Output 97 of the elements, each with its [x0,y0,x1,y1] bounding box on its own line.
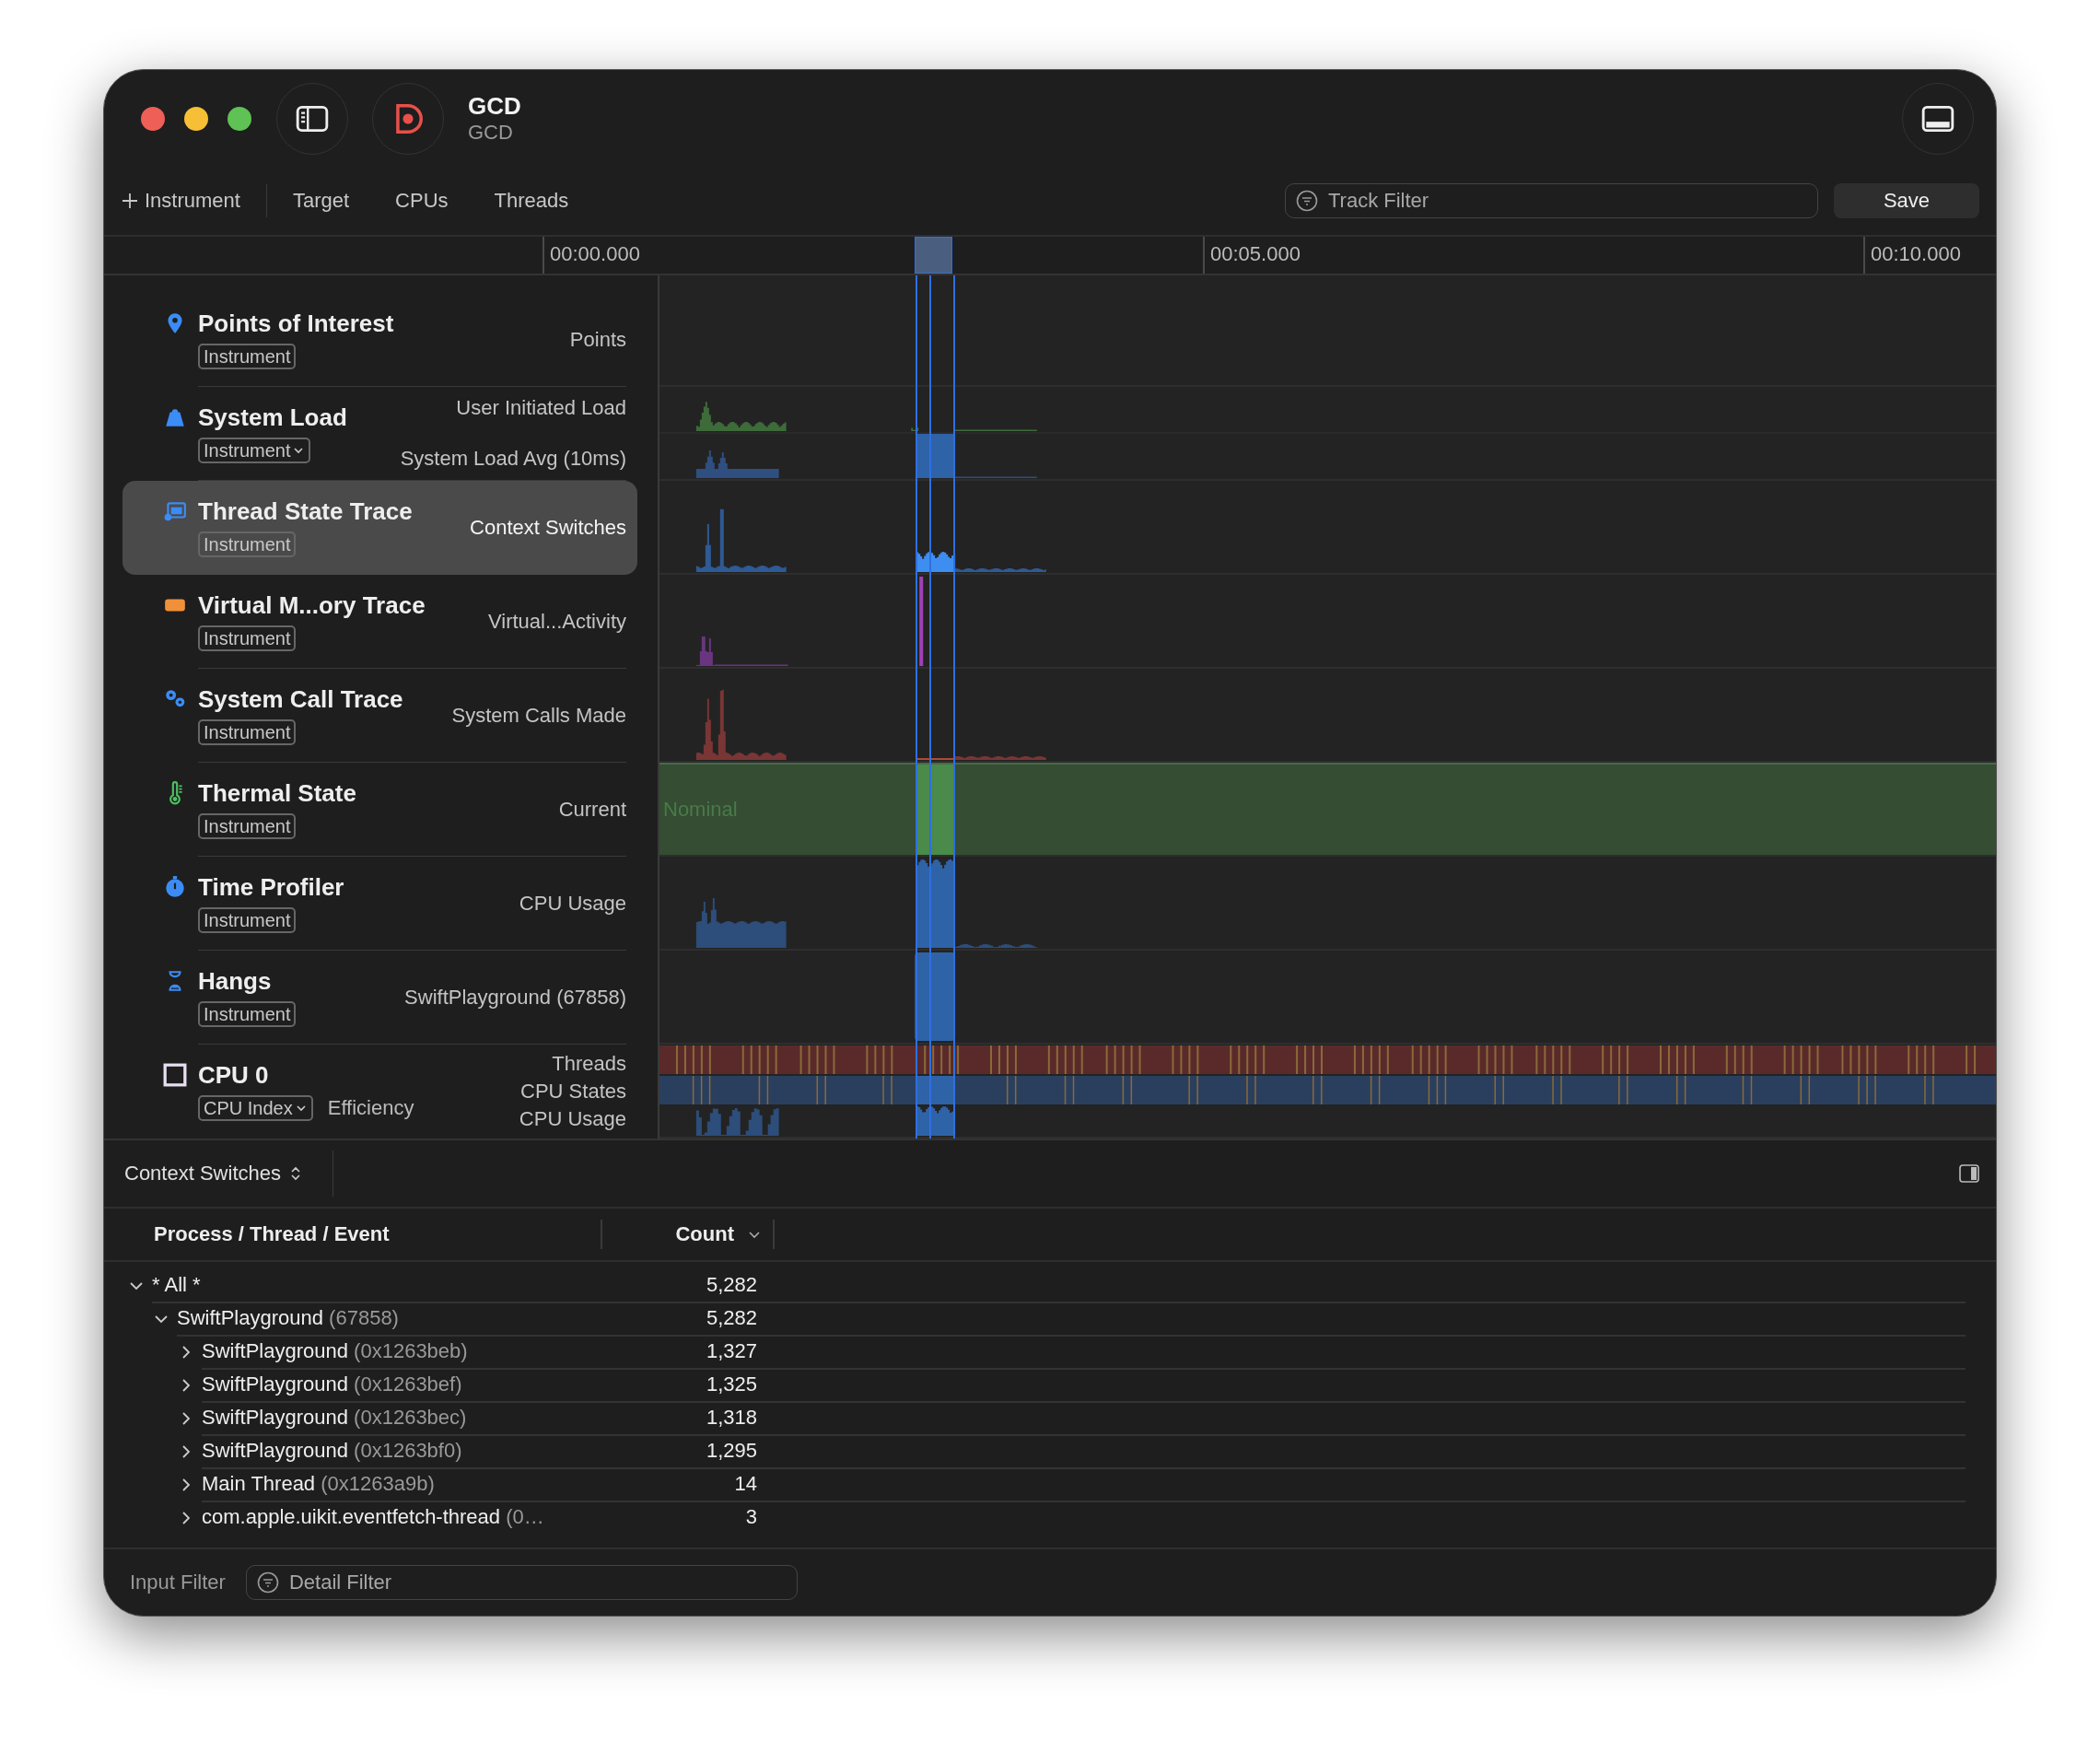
lane-label: CPU States [520,1079,626,1104]
add-instrument-button[interactable]: Instrument [121,185,240,216]
track-type-badge: Instrument [198,531,297,557]
save-button[interactable]: Save [1834,183,1979,218]
track-type-badge: Instrument [198,344,297,369]
lane-label: Context Switches [470,515,626,540]
core-type-label: Efficiency [327,1096,414,1120]
lane-label: SwiftPlayground (67858) [404,985,626,1010]
outline-row[interactable]: SwiftPlayground (0x1263bec) 1,318 [104,1402,1996,1435]
lane-label: Threads [552,1051,626,1076]
time-label: 00:05.000 [1210,242,1301,265]
track-type-popup[interactable]: CPU Index [198,1095,313,1121]
count-value: 3 [745,1505,757,1529]
lane-label: User Initiated Load [456,396,626,420]
count-value: 1,295 [706,1439,757,1463]
selected-cpu-usage-bars [916,1106,956,1136]
filter-label: Input Filter [130,1571,226,1594]
outline-row[interactable]: SwiftPlayground (0x1263beb) 1,327 [104,1336,1996,1369]
process-name: SwiftPlayground (0x1263bef) [202,1372,462,1396]
track-type-badge: Instrument [198,907,297,933]
column-header[interactable]: Count [602,1220,775,1249]
lane-label: System Load Avg (10ms) [400,447,626,471]
calendar-icon [163,499,187,523]
track-type-badge: Instrument [198,719,297,745]
track-title: Points of Interest [198,310,394,338]
track-title: Thread State Trace [198,497,413,526]
track-row[interactable]: Time Profiler Instrument CPU Usage [122,857,637,951]
toolbar-tab[interactable]: Target [292,185,350,216]
document-title: GCD [468,92,521,121]
column-header[interactable]: Process / Thread / Event [104,1220,602,1249]
count-value: 5,282 [706,1273,757,1297]
square-icon [163,1063,187,1087]
outline-row[interactable]: Main Thread (0x1263a9b) 14 [104,1468,1996,1501]
track-row[interactable]: Thread State Trace Instrument Context Switches [122,481,637,575]
selected-system-call-bars [916,758,956,760]
up-down-chevron-icon [289,1165,301,1182]
count-value: 1,327 [706,1339,757,1363]
count-value: 14 [734,1472,757,1496]
process-name: SwiftPlayground (67858) [177,1306,399,1330]
lane-label: CPU Usage [519,891,626,916]
lane-label: Virtual...Activity [488,609,626,634]
track-filter-field[interactable]: Track Filter [1285,183,1818,218]
track-type-badge: Instrument [198,813,297,839]
track-type-badge: Instrument [198,625,297,651]
plus-icon [121,192,139,210]
track-title: Virtual M...ory Trace [198,591,426,620]
track-title: Thermal State [198,779,356,808]
lane-label: System Calls Made [451,703,626,728]
process-name: com.apple.uikit.eventfetch-thread (0… [202,1505,544,1529]
process-name: SwiftPlayground (0x1263bf0) [202,1439,462,1463]
detail-filter-field[interactable]: Detail Filter [245,1565,798,1600]
document-subtitle: GCD [468,121,514,145]
track-row[interactable]: System Call Trace Instrument System Calls Made [122,669,637,763]
process-name: * All * [152,1273,201,1297]
minimize-button[interactable] [184,106,208,131]
process-name: Main Thread (0x1263a9b) [202,1472,435,1496]
count-value: 1,318 [706,1406,757,1430]
count-value: 5,282 [706,1306,757,1330]
track-title: System Call Trace [198,685,403,714]
outline-row[interactable]: SwiftPlayground (0x1263bf0) 1,295 [104,1435,1996,1468]
lane-label: Points [569,327,626,352]
track-row[interactable]: Virtual M...ory Trace Instrument Virtual...Activity [122,575,637,669]
count-value: 1,325 [706,1372,757,1396]
toolbar-tab[interactable]: Threads [494,185,569,216]
toolbar-tab[interactable]: CPUs [395,185,449,216]
track-title: CPU 0 [198,1061,270,1090]
selected-load-bars [916,434,956,478]
zoom-button[interactable] [228,106,251,131]
lane-label: Current [558,797,626,822]
process-name: SwiftPlayground (0x1263beb) [202,1339,468,1363]
track-title: Time Profiler [198,873,344,902]
outline-row[interactable]: com.apple.uikit.eventfetch-thread (0… 3 [104,1501,1996,1535]
selected-context-switch-bars [916,552,956,572]
selection-range[interactable] [916,275,955,1139]
track-row[interactable]: Thermal State Instrument Current [122,763,637,857]
inspector-toggle-icon[interactable] [1959,1164,1979,1183]
view-selector[interactable]: Context Switches [124,1162,301,1186]
time-label: 00:00.000 [550,242,640,265]
track-type-badge: Instrument [198,1001,297,1027]
track-row[interactable]: Points of Interest Instrument Points [122,293,637,387]
outline-row[interactable]: SwiftPlayground (67858) 5,282 [104,1302,1996,1336]
filter-icon [256,1571,279,1594]
sort-chevron-icon [747,1229,762,1240]
filter-icon [1296,190,1318,212]
time-label: 00:10.000 [1871,242,1961,265]
close-button[interactable] [141,106,165,131]
track-type-popup[interactable]: Instrument [198,438,311,463]
track-title: Hangs [198,967,273,996]
outline-row[interactable]: SwiftPlayground (0x1263bef) 1,325 [104,1369,1996,1402]
stopwatch-icon [163,875,187,899]
track-title: System Load [198,403,347,432]
track-row[interactable]: CPU 0 CPU Index Efficiency Threads CPU States CPU Usage [122,1045,637,1139]
process-name: SwiftPlayground (0x1263bec) [202,1406,467,1430]
load-bars [911,427,919,431]
outline-row[interactable]: * All * 5,282 [104,1269,1996,1302]
track-row[interactable]: Hangs Instrument SwiftPlayground (67858) [122,951,637,1045]
lane-label: CPU Usage [519,1106,626,1131]
